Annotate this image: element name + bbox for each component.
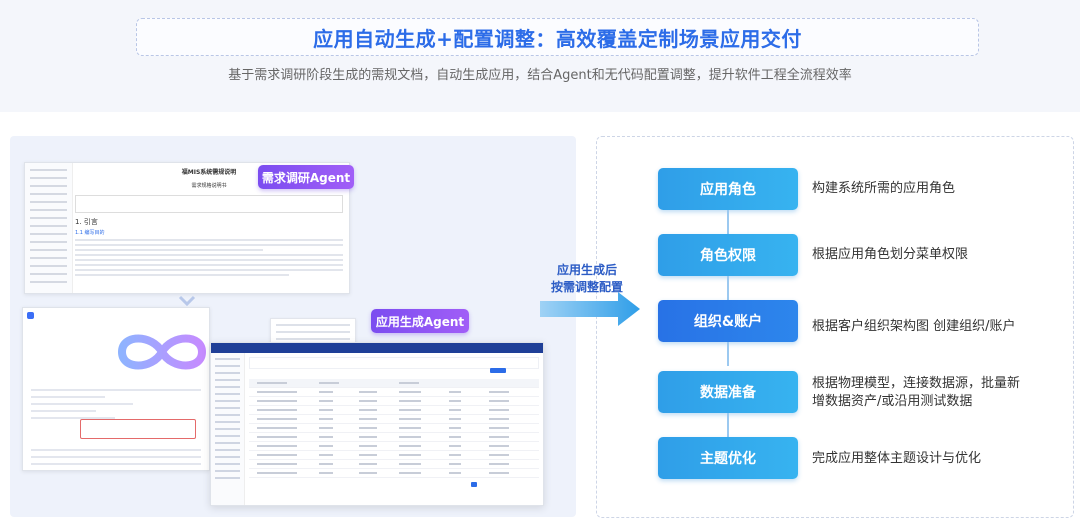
title-box: 应用自动生成+配置调整：高效覆盖定制场景应用交付 <box>136 18 979 56</box>
step-desc-app-roles: 构建系统所需的应用角色 <box>812 181 956 196</box>
step-role-permissions: 角色权限 <box>658 234 798 276</box>
step-data-prep: 数据准备 <box>658 371 798 413</box>
app-filter-bar <box>249 357 539 373</box>
generated-app-screenshot <box>210 342 544 506</box>
highlighted-message <box>80 419 196 439</box>
doc-section-heading: 1. 引言 <box>75 218 98 226</box>
app-gen-agent-tag: 应用生成Agent <box>371 309 469 333</box>
step-desc-theme-optimization: 完成应用整体主题设计与优化 <box>812 451 982 466</box>
doc-subsection-heading: 1.1 编写目的 <box>75 230 105 236</box>
doc-outline-sidebar <box>25 163 73 293</box>
app-logo-icon <box>27 311 34 319</box>
doc-info-table <box>75 195 343 213</box>
app-main-area <box>249 357 539 488</box>
step-desc-role-permissions: 根据应用角色划分菜单权限 <box>812 247 969 262</box>
agent-chat-screenshot <box>22 307 210 471</box>
step-app-roles: 应用角色 <box>658 168 798 210</box>
header-band <box>0 0 1080 112</box>
page-title: 应用自动生成+配置调整：高效覆盖定制场景应用交付 <box>313 26 802 51</box>
step-org-accounts: 组织&账户 <box>658 300 798 342</box>
step-theme-optimization: 主题优化 <box>658 437 798 479</box>
infinity-logo-icon <box>117 334 207 370</box>
arrow-label: 应用生成后 按需调整配置 <box>550 263 623 294</box>
chevron-down-icon <box>178 295 196 307</box>
step-desc-org-accounts: 根据客户组织架构图 创建组织/账户 <box>812 319 1016 334</box>
step-desc-data-prep: 根据物理模型，连接数据源，批量新增数据资产/或沿用测试数据 <box>812 376 1021 409</box>
research-agent-tag: 需求调研Agent <box>258 165 354 189</box>
app-top-bar <box>211 343 543 353</box>
app-side-menu <box>211 353 245 505</box>
right-arrow-icon <box>540 292 640 326</box>
page-subtitle: 基于需求调研阶段生成的需规文档，自动生成应用，结合Agent和无代码配置调整，提… <box>228 68 852 83</box>
